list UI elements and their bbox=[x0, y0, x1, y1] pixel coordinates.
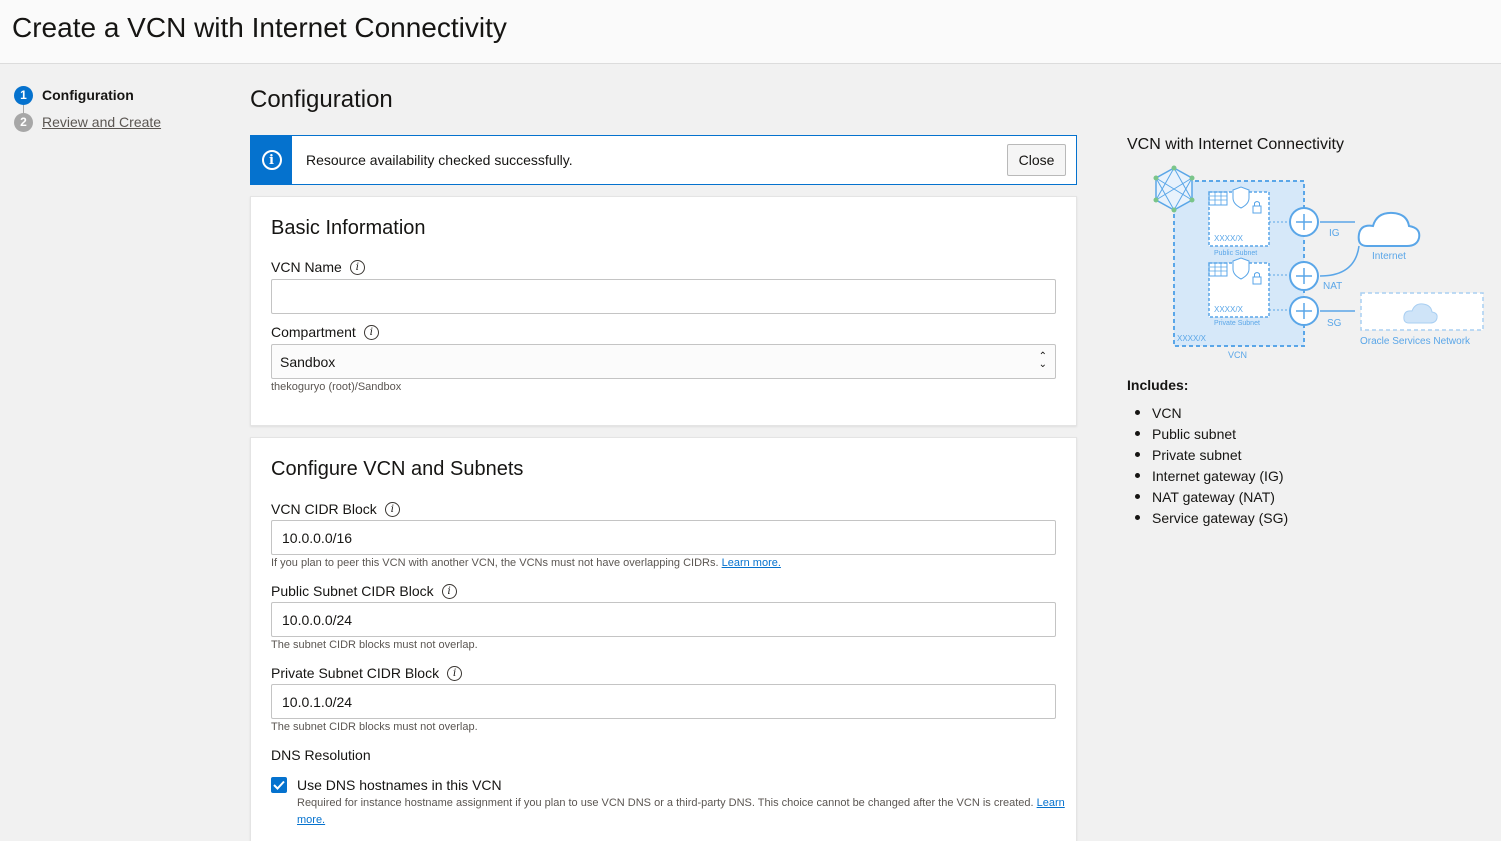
compartment-path: thekoguryo (root)/Sandbox bbox=[271, 381, 402, 393]
vcn-name-input[interactable] bbox=[271, 279, 1056, 314]
list-item: VCN bbox=[1135, 402, 1288, 423]
internet-cloud-icon bbox=[1357, 211, 1421, 247]
chevron-up-down-icon: ⌃ ⌄ bbox=[1038, 351, 1047, 370]
check-icon bbox=[273, 780, 285, 790]
card-title: Basic Information bbox=[271, 217, 426, 239]
dns-hostnames-label[interactable]: Use DNS hostnames in this VCN bbox=[297, 777, 502, 793]
basic-information-card: Basic Information VCN Name i Compartment… bbox=[250, 196, 1077, 426]
step-label[interactable]: Review and Create bbox=[42, 114, 161, 130]
private-subnet-caption: Private Subnet bbox=[1214, 320, 1260, 327]
label-text: VCN Name bbox=[271, 259, 342, 275]
dns-resolution-label: DNS Resolution bbox=[271, 747, 371, 763]
private-subnet-cidr: XXXX/X bbox=[1214, 305, 1244, 314]
success-alert: i Resource availability checked successf… bbox=[250, 135, 1077, 185]
vcn-cidr-input[interactable] bbox=[271, 520, 1056, 555]
private-subnet-cidr-label: Private Subnet CIDR Block i bbox=[271, 665, 463, 681]
section-title: Configuration bbox=[250, 86, 393, 113]
list-item: NAT gateway (NAT) bbox=[1135, 486, 1288, 507]
nat-label: NAT bbox=[1323, 281, 1342, 292]
vcn-caption: VCN bbox=[1228, 350, 1247, 360]
list-item: Public subnet bbox=[1135, 423, 1288, 444]
vcn-name-label: VCN Name i bbox=[271, 259, 365, 275]
vcn-cidr-caption: XXXX/X bbox=[1177, 334, 1207, 343]
page-header: Create a VCN with Internet Connectivity bbox=[0, 0, 1501, 64]
list-item: Internet gateway (IG) bbox=[1135, 465, 1288, 486]
card-title: Configure VCN and Subnets bbox=[271, 458, 524, 480]
step-number: 1 bbox=[14, 85, 33, 105]
select-value: Sandbox bbox=[280, 353, 336, 370]
list-item: Service gateway (SG) bbox=[1135, 507, 1288, 528]
info-icon[interactable]: i bbox=[363, 324, 379, 340]
info-icon[interactable]: i bbox=[447, 665, 463, 681]
public-subnet-caption: Public Subnet bbox=[1214, 250, 1257, 257]
help-text: If you plan to peer this VCN with anothe… bbox=[271, 557, 719, 569]
desc-text: Required for instance hostname assignmen… bbox=[297, 797, 1034, 809]
public-subnet-cidr: XXXX/X bbox=[1214, 234, 1244, 243]
info-icon: i bbox=[251, 136, 292, 184]
step-configuration[interactable]: 1 Configuration bbox=[14, 85, 161, 105]
label-text: Compartment bbox=[271, 324, 356, 340]
step-connector bbox=[23, 105, 24, 115]
sg-label: SG bbox=[1327, 318, 1342, 329]
compartment-select[interactable]: Sandbox ⌃ ⌄ bbox=[271, 344, 1056, 379]
page-title: Create a VCN with Internet Connectivity bbox=[12, 12, 507, 43]
ig-label: IG bbox=[1329, 228, 1340, 239]
includes-title: Includes: bbox=[1127, 377, 1189, 393]
label-text: Public Subnet CIDR Block bbox=[271, 583, 434, 599]
info-icon[interactable]: i bbox=[441, 583, 457, 599]
public-subnet-cidr-input[interactable] bbox=[271, 602, 1056, 637]
vcn-diagram: XXXX/X Public Subnet XXXX/X Private Subn… bbox=[1153, 165, 1484, 360]
step-label: Configuration bbox=[42, 87, 134, 103]
public-subnet-cidr-label: Public Subnet CIDR Block i bbox=[271, 583, 457, 599]
internet-label: Internet bbox=[1372, 251, 1406, 262]
vcn-cidr-label: VCN CIDR Block i bbox=[271, 501, 400, 517]
list-item: Private subnet bbox=[1135, 444, 1288, 465]
learn-more-link[interactable]: Learn more. bbox=[722, 557, 781, 569]
alert-message: Resource availability checked successful… bbox=[306, 152, 573, 168]
step-number: 2 bbox=[14, 112, 33, 132]
oracle-services-label: Oracle Services Network bbox=[1360, 336, 1471, 347]
info-icon[interactable]: i bbox=[384, 501, 400, 517]
router-icon bbox=[1289, 207, 1319, 326]
vcn-cidr-help: If you plan to peer this VCN with anothe… bbox=[271, 557, 781, 569]
close-button[interactable]: Close bbox=[1007, 144, 1066, 176]
diagram-title: VCN with Internet Connectivity bbox=[1127, 136, 1344, 153]
includes-list: VCN Public subnet Private subnet Interne… bbox=[1135, 402, 1288, 528]
dns-hostnames-desc: Required for instance hostname assignmen… bbox=[297, 795, 1072, 829]
configure-vcn-card: Configure VCN and Subnets VCN CIDR Block… bbox=[250, 437, 1077, 841]
private-subnet-cidr-input[interactable] bbox=[271, 684, 1056, 719]
compartment-label: Compartment i bbox=[271, 324, 379, 340]
wizard-steps: 1 Configuration 2 Review and Create bbox=[14, 85, 161, 140]
dns-hostnames-checkbox[interactable] bbox=[271, 777, 287, 793]
public-subnet-help: The subnet CIDR blocks must not overlap. bbox=[271, 639, 478, 651]
info-icon[interactable]: i bbox=[349, 259, 365, 275]
private-subnet-help: The subnet CIDR blocks must not overlap. bbox=[271, 721, 478, 733]
step-review-and-create[interactable]: 2 Review and Create bbox=[14, 112, 161, 132]
label-text: Private Subnet CIDR Block bbox=[271, 665, 440, 681]
label-text: VCN CIDR Block bbox=[271, 501, 377, 517]
